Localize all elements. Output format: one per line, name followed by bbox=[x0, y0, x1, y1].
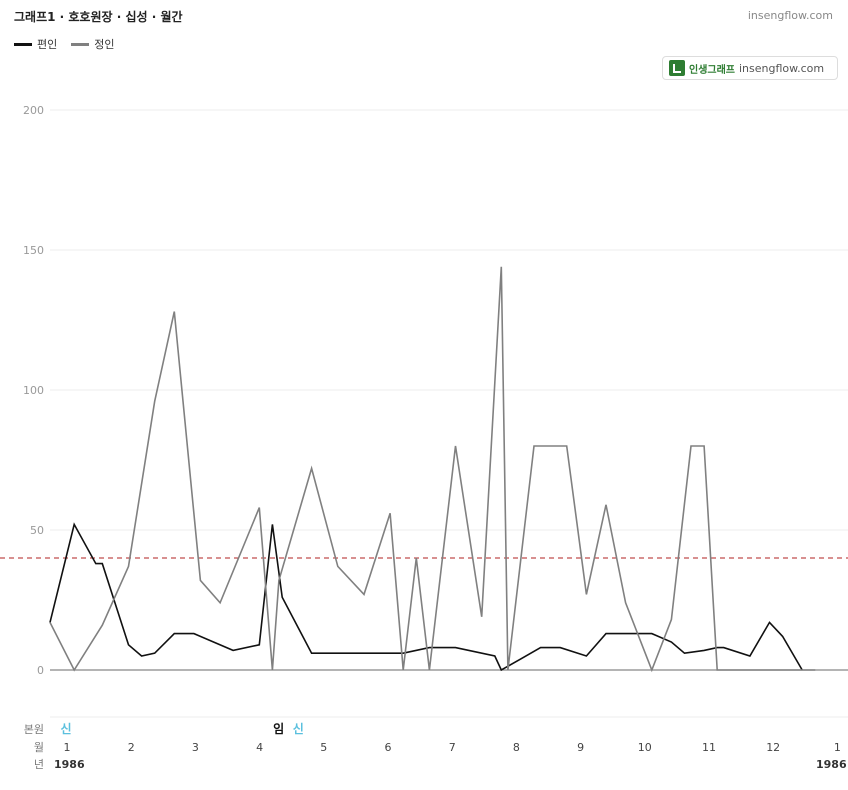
month-tick-8: 9 bbox=[577, 741, 584, 754]
bonwon-mark-0: 신 bbox=[61, 721, 72, 736]
year-tick-1: 1986 bbox=[816, 758, 847, 771]
series-line-jeongin bbox=[49, 266, 816, 673]
month-tick-7: 8 bbox=[513, 741, 520, 754]
row-label-month: 월 bbox=[34, 741, 44, 754]
y-tick-label-0: 0 bbox=[37, 664, 44, 677]
month-tick-6: 7 bbox=[449, 741, 456, 754]
month-tick-2: 3 bbox=[192, 741, 199, 754]
y-tick-label-200: 200 bbox=[23, 104, 44, 117]
month-tick-10: 11 bbox=[702, 741, 716, 754]
month-tick-4: 5 bbox=[320, 741, 327, 754]
month-tick-3: 4 bbox=[256, 741, 263, 754]
month-tick-0: 1 bbox=[64, 741, 71, 754]
row-label-year: 년 bbox=[34, 758, 44, 771]
y-tick-label-150: 150 bbox=[23, 244, 44, 257]
bonwon-mark-1: 임 bbox=[273, 722, 284, 736]
bonwon-mark-2: 신 bbox=[293, 721, 304, 736]
row-label-bonwon: 본원 bbox=[24, 723, 44, 736]
month-tick-1: 2 bbox=[128, 741, 135, 754]
line-chart: 050100150200본원월년신 임 신1 2 3 4 5 6 7 8 9 10 11 12 11986 1… bbox=[0, 104, 848, 771]
month-tick-11: 12 bbox=[766, 741, 780, 754]
y-tick-label-100: 100 bbox=[23, 384, 44, 397]
y-tick-label-50: 50 bbox=[30, 524, 44, 537]
month-tick-5: 6 bbox=[385, 741, 392, 754]
year-tick-0: 1986 bbox=[54, 758, 85, 771]
month-tick-12: 1 bbox=[834, 741, 841, 754]
month-tick-9: 10 bbox=[638, 741, 652, 754]
